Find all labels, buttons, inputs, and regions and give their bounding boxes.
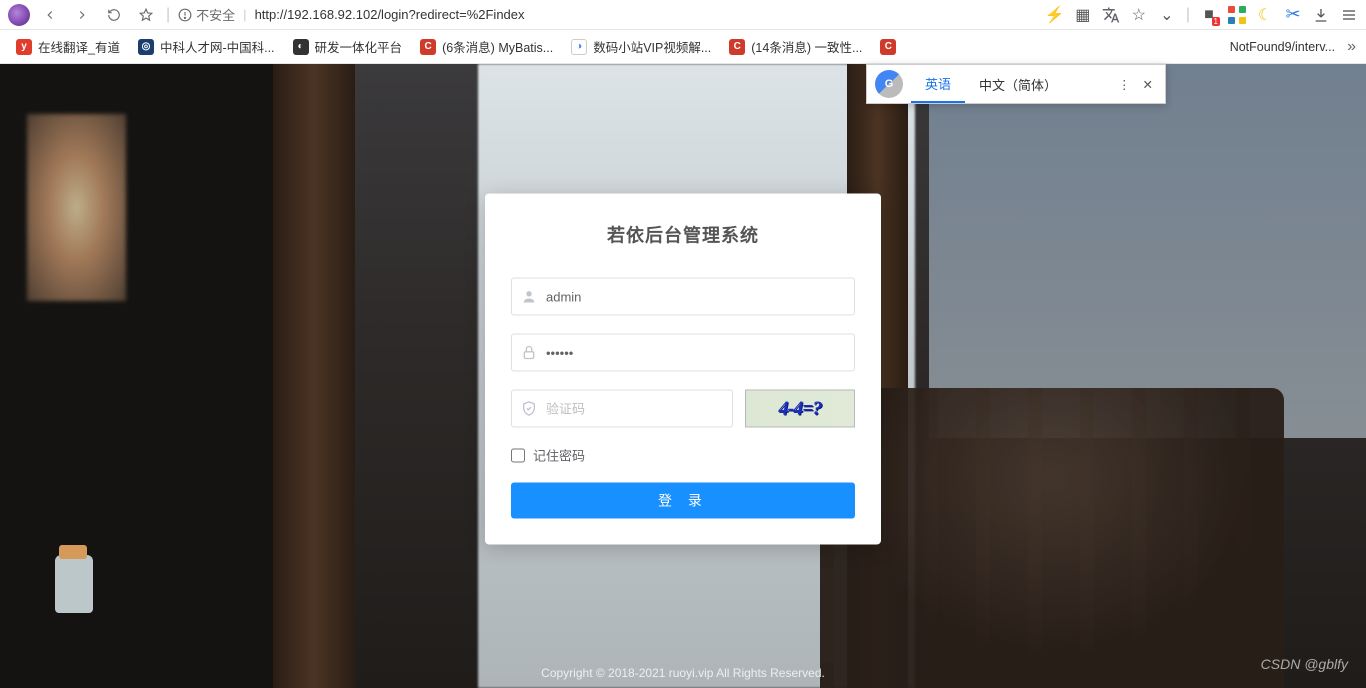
qr-icon[interactable]: ▦ xyxy=(1074,6,1092,24)
apps-icon[interactable] xyxy=(1228,6,1246,24)
toolbar-right: ⚡ ▦ ☆ ⌄ | ■1 ☾ ✂ xyxy=(1046,6,1358,24)
scissors-icon[interactable]: ✂ xyxy=(1284,6,1302,24)
bookmarks-overflow-icon[interactable]: » xyxy=(1347,38,1356,56)
download-icon[interactable] xyxy=(1312,6,1330,24)
insecure-label: 不安全 xyxy=(196,5,235,24)
bookmark-item[interactable]: C xyxy=(874,35,902,59)
watermark-text: CSDN @gblfy xyxy=(1261,656,1348,672)
login-title: 若依后台管理系统 xyxy=(511,221,855,247)
kebab-icon[interactable]: ⋮ xyxy=(1118,77,1131,92)
translate-popup: G 英语 中文（简体） ⋮ ✕ xyxy=(866,64,1166,104)
address-bar[interactable]: 不安全 | http://192.168.92.102/login?redire… xyxy=(178,5,1038,24)
insecure-badge[interactable]: 不安全 xyxy=(178,5,235,24)
bookmark-item[interactable]: NotFound9/interv... xyxy=(1224,36,1341,58)
captcha-row: 4-4=? xyxy=(511,389,855,427)
bookmark-item[interactable]: ◑数码小站VIP视频解... xyxy=(565,33,717,60)
password-input[interactable] xyxy=(511,333,855,371)
separator: | xyxy=(1186,6,1190,24)
favicon-icon: C xyxy=(420,39,436,55)
username-input[interactable] xyxy=(511,277,855,315)
browser-toolbar: | 不安全 | http://192.168.92.102/login?redi… xyxy=(0,0,1366,30)
favicon-icon: C xyxy=(880,39,896,55)
reload-button[interactable] xyxy=(102,3,126,27)
page-content: 若依后台管理系统 4-4=? 记住密码 登 录 Copyright © 2018… xyxy=(0,64,1366,688)
moon-icon[interactable]: ☾ xyxy=(1256,6,1274,24)
shield-icon xyxy=(521,400,537,416)
translate-tab-zh[interactable]: 中文（简体） xyxy=(965,65,1071,103)
chevron-icon[interactable]: ⌄ xyxy=(1158,6,1176,24)
url-text: http://192.168.92.102/login?redirect=%2F… xyxy=(255,7,525,22)
favicon-icon: C xyxy=(729,39,745,55)
captcha-input[interactable] xyxy=(511,389,733,427)
separator: | xyxy=(166,6,170,24)
bookmarks-bar: y在线翻译_有道 ◎中科人才网-中国科... ◐研发一体化平台 C(6条消息) … xyxy=(0,30,1366,64)
page-avatar-icon xyxy=(8,4,30,26)
translate-icon[interactable] xyxy=(1102,6,1120,24)
bookmark-item[interactable]: ◐研发一体化平台 xyxy=(287,33,409,60)
favicon-icon: ◑ xyxy=(571,39,587,55)
remember-checkbox[interactable]: 记住密码 xyxy=(511,445,855,464)
login-button[interactable]: 登 录 xyxy=(511,482,855,518)
flash-icon[interactable]: ⚡ xyxy=(1046,6,1064,24)
bookmark-item[interactable]: ◎中科人才网-中国科... xyxy=(132,33,281,60)
separator: | xyxy=(243,7,246,22)
favicon-icon: y xyxy=(16,39,32,55)
star-outline-icon[interactable] xyxy=(134,3,158,27)
copyright-text: Copyright © 2018-2021 ruoyi.vip All Righ… xyxy=(0,666,1366,680)
star-bookmark-icon[interactable]: ☆ xyxy=(1130,6,1148,24)
user-icon xyxy=(521,288,537,304)
favicon-icon: ◐ xyxy=(293,39,309,55)
captcha-wrap xyxy=(511,389,733,427)
back-button[interactable] xyxy=(38,3,62,27)
bookmark-item[interactable]: C(14条消息) 一致性... xyxy=(723,33,868,60)
google-translate-icon: G xyxy=(875,70,903,98)
captcha-image[interactable]: 4-4=? xyxy=(745,389,855,427)
close-icon[interactable]: ✕ xyxy=(1143,77,1153,92)
extension-dot-icon[interactable]: ■1 xyxy=(1200,6,1218,24)
bookmark-item[interactable]: C(6条消息) MyBatis... xyxy=(414,33,559,60)
remember-input[interactable] xyxy=(511,448,525,462)
password-wrap xyxy=(511,333,855,371)
remember-label: 记住密码 xyxy=(533,445,585,464)
lock-icon xyxy=(521,344,537,360)
bookmark-item[interactable]: y在线翻译_有道 xyxy=(10,33,126,60)
translate-tab-en[interactable]: 英语 xyxy=(911,65,965,103)
menu-icon[interactable] xyxy=(1340,6,1358,24)
favicon-icon: ◎ xyxy=(138,39,154,55)
username-wrap xyxy=(511,277,855,315)
forward-button[interactable] xyxy=(70,3,94,27)
login-card: 若依后台管理系统 4-4=? 记住密码 登 录 xyxy=(485,193,881,544)
